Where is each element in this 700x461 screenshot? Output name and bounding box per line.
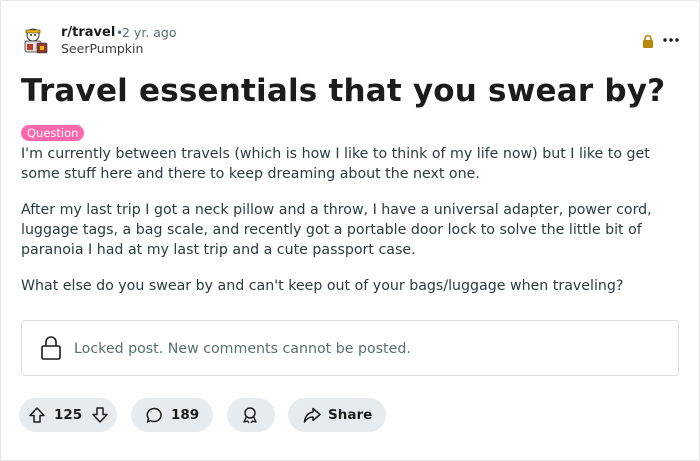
vote-pill: 125 (19, 398, 117, 432)
comment-count: 189 (171, 407, 200, 423)
downvote-icon[interactable] (91, 406, 109, 424)
body-paragraph: What else do you swear by and can't keep… (21, 278, 624, 294)
more-options-icon[interactable] (662, 32, 680, 48)
lock-outline-icon (40, 335, 62, 361)
flair-badge[interactable]: Question (21, 125, 85, 141)
upvote-icon[interactable] (28, 406, 46, 424)
post-body: I'm currently between travels (which is … (21, 144, 671, 312)
locked-notice: Locked post. New comments cannot be post… (21, 320, 679, 376)
body-paragraph: I'm currently between travels (which is … (21, 146, 650, 182)
locked-notice-text: Locked post. New comments cannot be post… (74, 341, 411, 357)
share-label: Share (328, 407, 373, 423)
body-paragraph: After my last trip I got a neck pillow a… (21, 202, 652, 258)
upvote-count: 125 (54, 407, 83, 423)
post-meta: r/travel • 2 yr. ago SeerPumpkin (21, 26, 681, 58)
post-title: Travel essentials that you swear by? (21, 73, 666, 109)
subreddit-link[interactable]: r/travel (61, 26, 115, 40)
award-button[interactable] (227, 398, 275, 432)
post-age: 2 yr. ago (122, 25, 177, 40)
avatar[interactable] (21, 26, 53, 58)
share-button[interactable]: Share (288, 398, 386, 432)
lock-icon (641, 33, 655, 48)
award-icon (241, 406, 259, 424)
comment-icon (146, 407, 163, 424)
share-icon (303, 406, 321, 424)
author-link[interactable]: SeerPumpkin (61, 42, 143, 56)
comments-button[interactable]: 189 (131, 398, 213, 432)
